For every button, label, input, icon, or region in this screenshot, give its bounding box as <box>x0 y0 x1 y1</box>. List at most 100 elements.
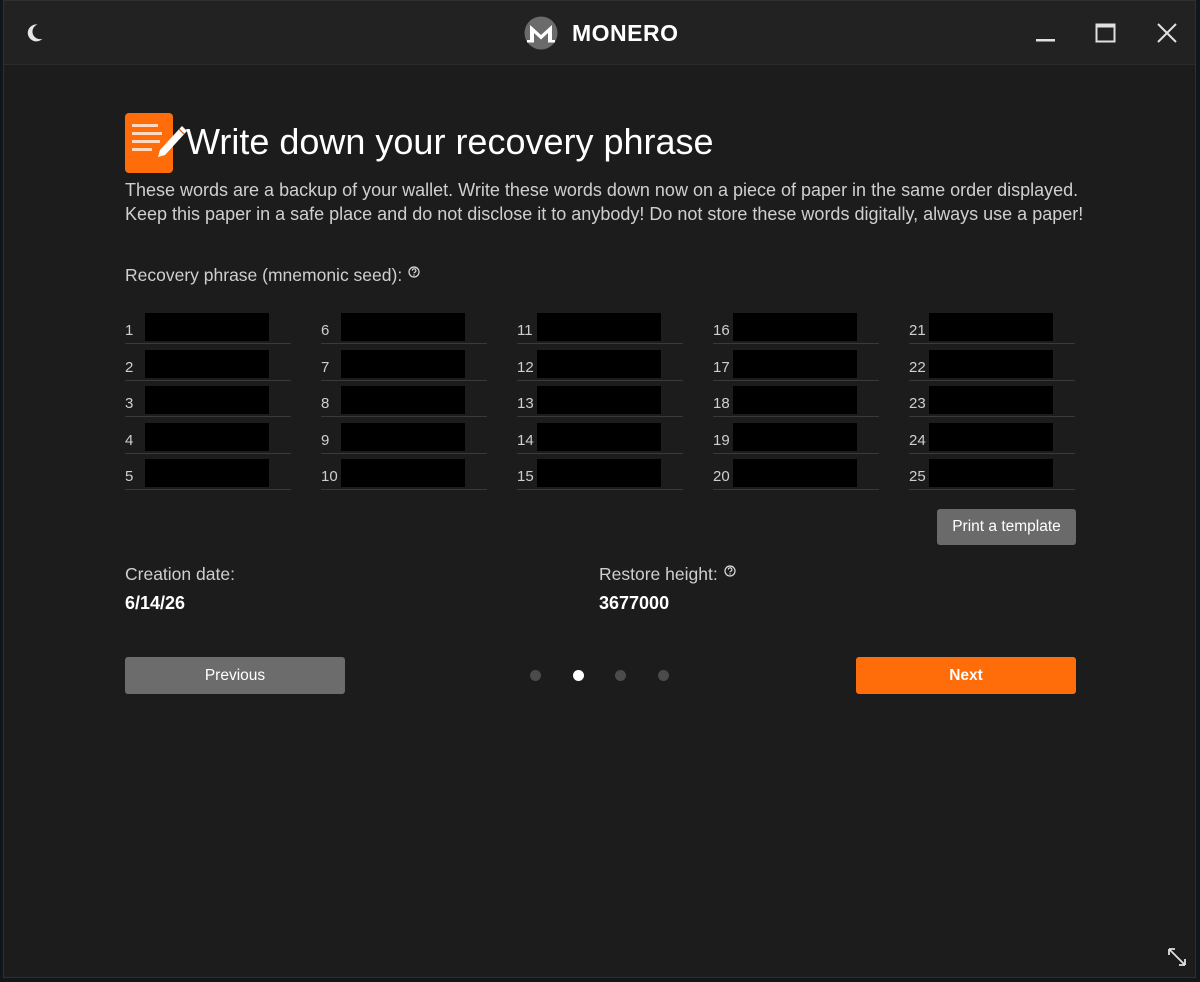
seed-word-cell: 21 <box>909 313 1075 344</box>
seed-word-redacted <box>929 423 1053 451</box>
creation-date-label: Creation date: <box>125 564 235 584</box>
app-name: MONERO <box>572 19 679 46</box>
seed-word-number: 18 <box>713 395 730 412</box>
seed-word-number: 19 <box>713 432 730 449</box>
step-dot-2[interactable] <box>572 670 584 681</box>
seed-word-cell: 10 <box>321 459 487 490</box>
seed-label-row: Recovery phrase (mnemonic seed): <box>125 265 420 286</box>
seed-word-redacted <box>341 423 465 451</box>
seed-word-number: 2 <box>125 359 134 376</box>
seed-word-redacted <box>537 313 661 341</box>
page-description: These words are a backup of your wallet.… <box>125 180 1084 224</box>
seed-word-redacted <box>537 350 661 378</box>
minimize-icon[interactable] <box>1032 19 1060 47</box>
seed-word-number: 6 <box>321 322 330 339</box>
question-circle-icon[interactable] <box>724 565 736 577</box>
seed-word-redacted <box>145 313 269 341</box>
seed-word-cell: 2 <box>125 350 291 381</box>
seed-word-number: 11 <box>517 322 533 339</box>
seed-word-cell: 11 <box>517 313 683 344</box>
seed-word-grid: 1 2 3 4 5 6 7 8 9 10 11 12 13 14 15 16 17 18 19 20 21 22 23 24 2… <box>125 313 1077 493</box>
restore-height-label-row: Restore height: <box>599 564 736 585</box>
seed-word-redacted <box>341 459 465 487</box>
seed-word-redacted <box>929 313 1053 341</box>
seed-word-number: 22 <box>909 359 926 376</box>
seed-word-redacted <box>537 386 661 414</box>
seed-word-cell: 12 <box>517 350 683 381</box>
seed-word-redacted <box>537 459 661 487</box>
seed-word-number: 24 <box>909 432 926 449</box>
seed-word-cell: 8 <box>321 386 487 417</box>
wallet-window: MONERO Write down your recovery phrase T… <box>3 0 1196 978</box>
seed-word-cell: 6 <box>321 313 487 344</box>
seed-word-cell: 18 <box>713 386 879 417</box>
notepad-pencil-icon <box>125 113 187 173</box>
seed-word-number: 3 <box>125 395 134 412</box>
page-title: Write down your recovery phrase <box>186 121 714 162</box>
seed-word-number: 5 <box>125 468 134 485</box>
seed-word-number: 8 <box>321 395 330 412</box>
restore-height-value: 3677000 <box>599 593 670 613</box>
next-button[interactable]: Next <box>856 657 1076 694</box>
seed-word-cell: 15 <box>517 459 683 490</box>
seed-word-cell: 14 <box>517 423 683 454</box>
seed-word-number: 20 <box>713 468 730 485</box>
creation-date-value: 6/14/26 <box>125 593 186 613</box>
seed-word-number: 21 <box>909 322 926 339</box>
seed-word-number: 10 <box>321 468 338 485</box>
seed-word-cell: 5 <box>125 459 291 490</box>
seed-word-redacted <box>145 459 269 487</box>
seed-word-cell: 24 <box>909 423 1075 454</box>
seed-word-cell: 20 <box>713 459 879 490</box>
step-indicator <box>530 670 680 682</box>
question-circle-icon[interactable] <box>408 266 420 278</box>
seed-word-redacted <box>341 350 465 378</box>
seed-word-cell: 25 <box>909 459 1075 490</box>
previous-button[interactable]: Previous <box>125 657 345 694</box>
seed-word-number: 4 <box>125 432 134 449</box>
step-dot-3[interactable] <box>615 670 626 681</box>
seed-word-cell: 7 <box>321 350 487 381</box>
close-icon[interactable] <box>1153 19 1181 47</box>
seed-word-number: 12 <box>517 359 534 376</box>
seed-word-cell: 19 <box>713 423 879 454</box>
moon-icon[interactable] <box>22 21 46 45</box>
seed-word-number: 9 <box>321 432 330 449</box>
brand: MONERO <box>524 15 679 51</box>
step-dot-1[interactable] <box>530 670 541 681</box>
monero-logo-icon <box>524 16 558 50</box>
seed-word-cell: 23 <box>909 386 1075 417</box>
seed-word-redacted <box>341 313 465 341</box>
seed-word-redacted <box>145 350 269 378</box>
seed-word-number: 1 <box>125 322 134 339</box>
print-template-button[interactable]: Print a template <box>937 509 1076 545</box>
seed-word-redacted <box>145 423 269 451</box>
seed-word-redacted <box>929 350 1053 378</box>
seed-word-number: 14 <box>517 432 534 449</box>
seed-word-cell: 9 <box>321 423 487 454</box>
seed-word-number: 16 <box>713 322 730 339</box>
seed-word-number: 25 <box>909 468 926 485</box>
seed-label: Recovery phrase (mnemonic seed): <box>125 265 403 285</box>
seed-word-number: 15 <box>517 468 534 485</box>
seed-word-redacted <box>929 386 1053 414</box>
wizard-page: Write down your recovery phrase These wo… <box>4 65 1195 977</box>
seed-word-redacted <box>733 386 857 414</box>
seed-word-redacted <box>341 386 465 414</box>
seed-word-redacted <box>145 386 269 414</box>
seed-word-cell: 13 <box>517 386 683 417</box>
seed-word-cell: 4 <box>125 423 291 454</box>
seed-word-redacted <box>733 459 857 487</box>
seed-word-cell: 3 <box>125 386 291 417</box>
maximize-icon[interactable] <box>1092 19 1120 47</box>
seed-word-cell: 22 <box>909 350 1075 381</box>
seed-word-number: 23 <box>909 395 926 412</box>
seed-word-redacted <box>537 423 661 451</box>
seed-word-cell: 16 <box>713 313 879 344</box>
seed-word-number: 7 <box>321 359 330 376</box>
restore-height-label: Restore height: <box>599 564 718 584</box>
step-dot-4[interactable] <box>657 670 669 681</box>
seed-word-redacted <box>733 423 857 451</box>
seed-word-cell: 17 <box>713 350 879 381</box>
resize-diagonal-icon[interactable] <box>1166 946 1188 968</box>
